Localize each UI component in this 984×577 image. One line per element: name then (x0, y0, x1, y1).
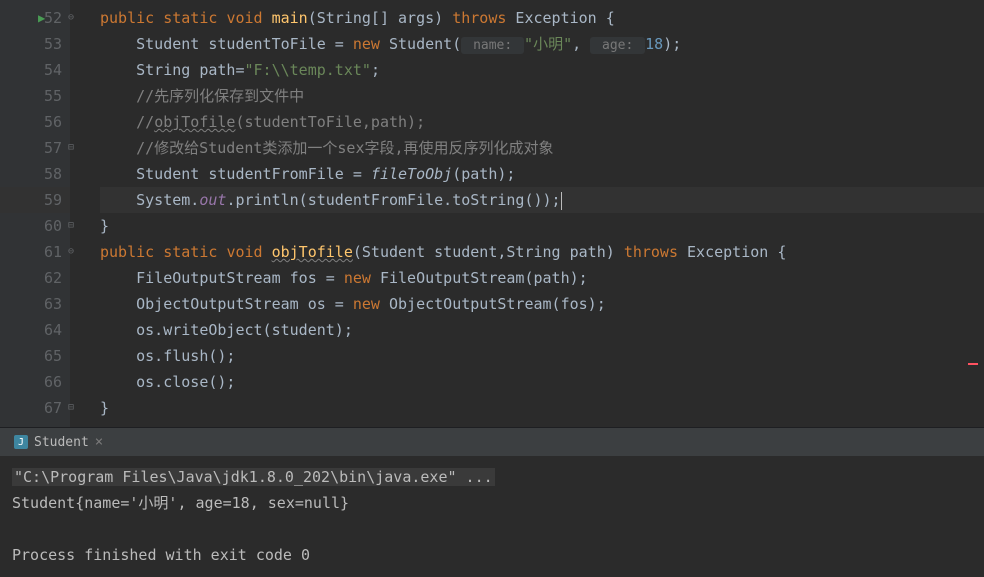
console-command: "C:\Program Files\Java\jdk1.8.0_202\bin\… (12, 468, 495, 486)
code-line[interactable]: ObjectOutputStream os = new ObjectOutput… (100, 291, 984, 317)
console-line: Student{name='小明', age=18, sex=null} (12, 494, 349, 512)
code-line[interactable]: public static void main(String[] args) t… (100, 5, 984, 31)
line-number: 66 (44, 369, 62, 395)
code-editor[interactable]: 52▶⊖ 53 54 55 56 57⊟ 58 59 60⊟ 61⊖ 62 63… (0, 0, 984, 427)
code-line[interactable]: os.writeObject(student); (100, 317, 984, 343)
console-line: Process finished with exit code 0 (12, 546, 310, 564)
java-class-icon: J (14, 435, 28, 449)
line-number: 55 (44, 83, 62, 109)
line-number: 58 (44, 161, 62, 187)
line-number: 59 (44, 187, 62, 213)
line-number: 62 (44, 265, 62, 291)
line-number: 64 (44, 317, 62, 343)
console-output[interactable]: "C:\Program Files\Java\jdk1.8.0_202\bin\… (0, 456, 984, 577)
code-line[interactable]: //objTofile(studentToFile,path); (100, 109, 984, 135)
text-caret (561, 192, 562, 210)
console-tab[interactable]: J Student × (6, 430, 111, 454)
code-line[interactable]: public static void objTofile(Student stu… (100, 239, 984, 265)
console-tab-label: Student (34, 435, 89, 450)
code-line[interactable]: os.flush(); (100, 343, 984, 369)
line-number: 52 (44, 5, 62, 31)
line-number: 57 (44, 135, 62, 161)
inlay-hint: age: (590, 37, 645, 54)
run-gutter-icon[interactable]: ▶ (38, 5, 45, 31)
line-number: 53 (44, 31, 62, 57)
inlay-hint: name: (461, 37, 524, 54)
code-line[interactable]: System.out.println(studentFromFile.toStr… (100, 187, 984, 213)
error-stripe-mark[interactable] (968, 363, 978, 365)
line-number: 65 (44, 343, 62, 369)
code-line[interactable]: //修改给Student类添加一个sex字段,再使用反序列化成对象 (100, 135, 984, 161)
line-number: 54 (44, 57, 62, 83)
console-tab-bar: J Student × (0, 428, 984, 456)
line-number: 56 (44, 109, 62, 135)
close-icon[interactable]: × (95, 434, 103, 450)
line-number: 63 (44, 291, 62, 317)
line-number: 61 (44, 239, 62, 265)
line-number-gutter: 52▶⊖ 53 54 55 56 57⊟ 58 59 60⊟ 61⊖ 62 63… (0, 0, 70, 427)
code-line[interactable]: //先序列化保存到文件中 (100, 83, 984, 109)
run-tool-window: J Student × "C:\Program Files\Java\jdk1.… (0, 427, 984, 577)
line-number: 67 (44, 395, 62, 421)
code-line[interactable]: } (100, 213, 984, 239)
line-number: 60 (44, 213, 62, 239)
code-line[interactable]: String path="F:\\temp.txt"; (100, 57, 984, 83)
code-line[interactable]: Student studentFromFile = fileToObj(path… (100, 161, 984, 187)
code-area[interactable]: public static void main(String[] args) t… (70, 0, 984, 427)
code-line[interactable]: FileOutputStream fos = new FileOutputStr… (100, 265, 984, 291)
code-line[interactable]: os.close(); (100, 369, 984, 395)
code-line[interactable]: Student studentToFile = new Student( nam… (100, 31, 984, 57)
code-line[interactable]: } (100, 395, 984, 421)
